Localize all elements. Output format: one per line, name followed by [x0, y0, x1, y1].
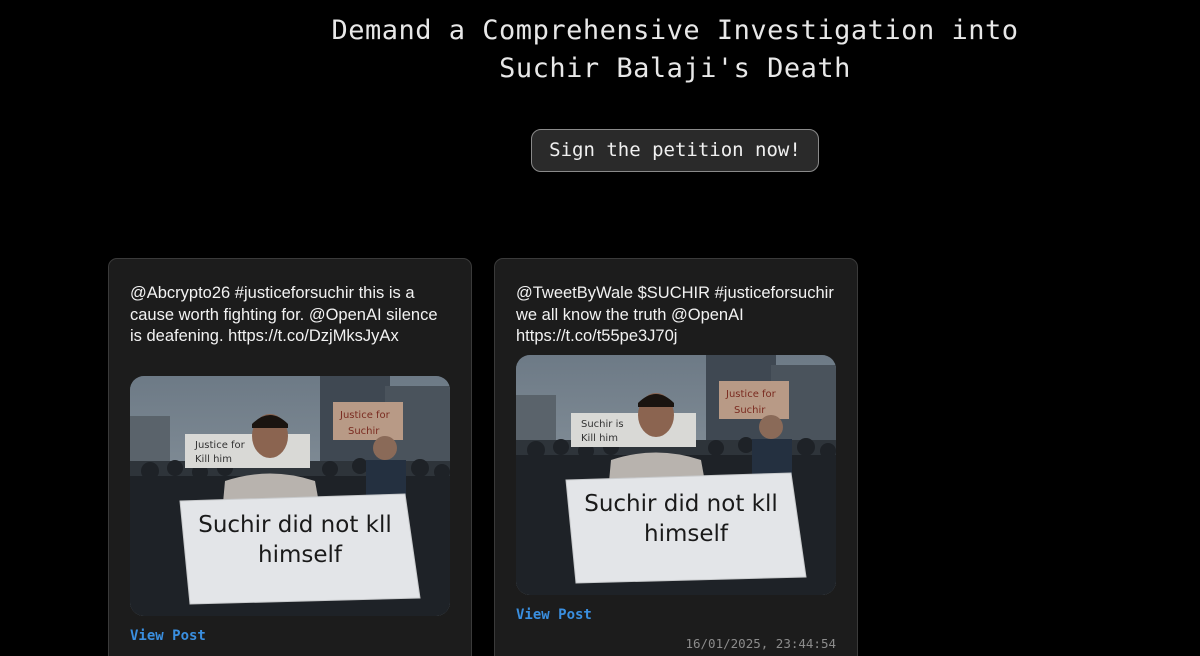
tweet-text: @Abcrypto26 #justiceforsuchir this is a …	[130, 284, 438, 345]
tweet-image[interactable]: Justice for Kill him Justice for Suchir …	[130, 376, 450, 616]
image-sign-left-line-2: Kill him	[581, 433, 618, 444]
page-title: Demand a Comprehensive Investigation int…	[0, 12, 1200, 88]
image-banner-line-2: himself	[258, 542, 343, 568]
view-post-link[interactable]: View Post	[130, 628, 206, 644]
tweet-card: @Abcrypto26 #justiceforsuchir this is a …	[108, 258, 472, 656]
image-banner-line-1: Suchir did not kll	[198, 512, 392, 538]
image-banner-line-2: himself	[644, 521, 729, 547]
sign-petition-button[interactable]: Sign the petition now!	[531, 129, 819, 172]
image-sign-back-line-1: Justice for	[725, 389, 777, 400]
tweet-timestamp: 16/01/2025, 23:44:54	[685, 636, 836, 651]
image-banner-line-1: Suchir did not kll	[584, 491, 778, 517]
page-title-line-1: Demand a Comprehensive Investigation int…	[331, 15, 1019, 46]
image-sign-left-line-1: Suchir is	[581, 419, 624, 430]
tweet-text: @TweetByWale $SUCHIR #justiceforsuchir w…	[516, 284, 834, 345]
tweet-card: @TweetByWale $SUCHIR #justiceforsuchir w…	[494, 258, 858, 656]
view-post-link[interactable]: View Post	[516, 607, 592, 623]
tweet-image[interactable]: Suchir is Kill him Justice for Suchir Su…	[516, 355, 836, 595]
page-title-line-2: Suchir Balaji's Death	[499, 53, 851, 84]
image-sign-back-line-1: Justice for	[339, 410, 391, 421]
image-sign-left-line-2: Kill him	[195, 454, 232, 465]
image-sign-back-line-2: Suchir	[734, 405, 766, 416]
image-sign-back-line-2: Suchir	[348, 426, 380, 437]
image-sign-left-line-1: Justice for	[194, 440, 246, 451]
